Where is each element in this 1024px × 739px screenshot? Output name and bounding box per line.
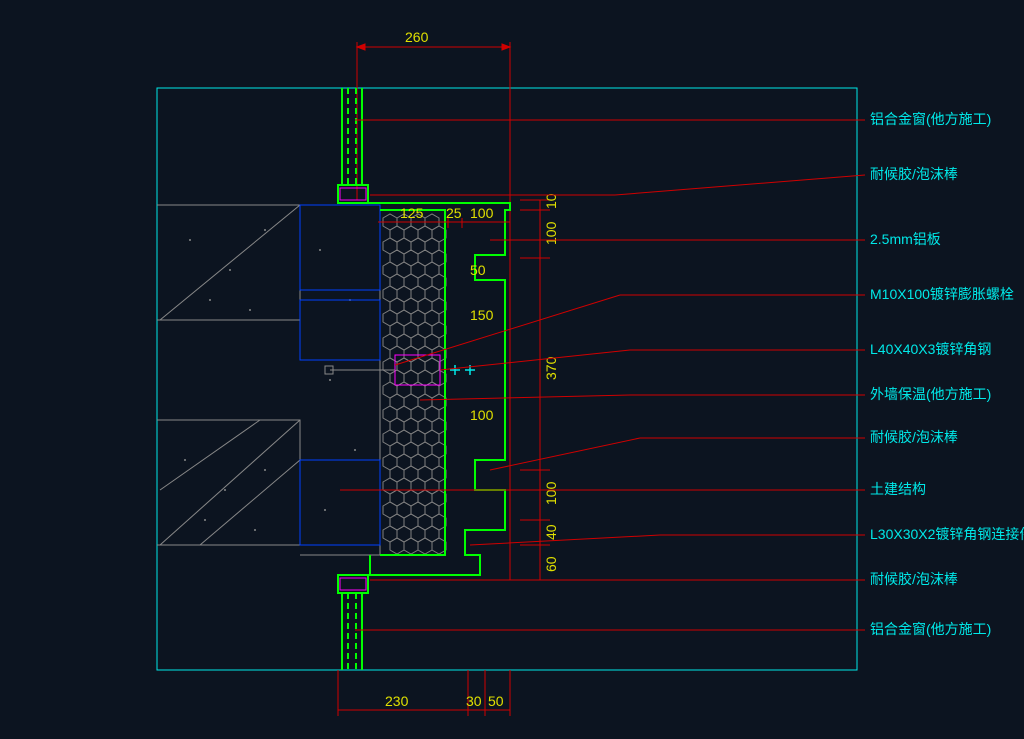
dim-10: 10 [543,193,559,209]
drawing-frame [157,88,857,670]
dim-100a: 100 [470,205,494,221]
concrete-structure [157,205,380,555]
dim-100v: 100 [543,221,559,245]
window-top [338,88,368,203]
dim-230: 230 [385,693,409,709]
dim-100v2: 100 [543,481,559,505]
label-3: 2.5mm铝板 [870,231,941,247]
dim-top-value: 260 [405,29,429,45]
label-9: L30X30X2镀锌角钢连接件 [870,526,1024,542]
cad-drawing: 260 125 25 100 50 150 100 10 100 370 100… [0,0,1024,739]
dim-370: 370 [543,356,559,380]
label-6: 外墙保温(他方施工) [870,386,991,402]
dim-150: 150 [470,307,494,323]
dim-100b: 100 [470,407,494,423]
window-bottom [338,575,368,670]
label-2: 耐候胶/泡沫棒 [870,166,958,182]
label-11: 铝合金窗(他方施工) [870,621,991,637]
label-4: M10X100镀锌膨胀螺栓 [870,286,1014,302]
dim-50: 50 [470,262,486,278]
dim-30: 30 [466,693,482,709]
concrete-hatch [160,205,356,545]
label-8: 土建结构 [870,481,926,497]
leaders: 铝合金窗(他方施工) 耐候胶/泡沫棒 2.5mm铝板 M10X100镀锌膨胀螺栓… [340,111,1024,637]
dim-60: 60 [543,556,559,572]
label-7: 耐候胶/泡沫棒 [870,429,958,445]
label-5: L40X40X3镀锌角钢 [870,341,991,357]
dim-25: 25 [446,205,462,221]
dims-vertical: 10 100 370 100 40 60 [520,193,559,580]
label-10: 耐候胶/泡沫棒 [870,571,958,587]
dim-40: 40 [543,524,559,540]
hex-pattern [383,214,446,554]
dim-125: 125 [400,205,424,221]
dim-50b: 50 [488,693,504,709]
inner-blue-outline [300,205,380,545]
dims-bottom: 230 30 50 [338,670,510,716]
label-1: 铝合金窗(他方施工) [870,111,991,127]
